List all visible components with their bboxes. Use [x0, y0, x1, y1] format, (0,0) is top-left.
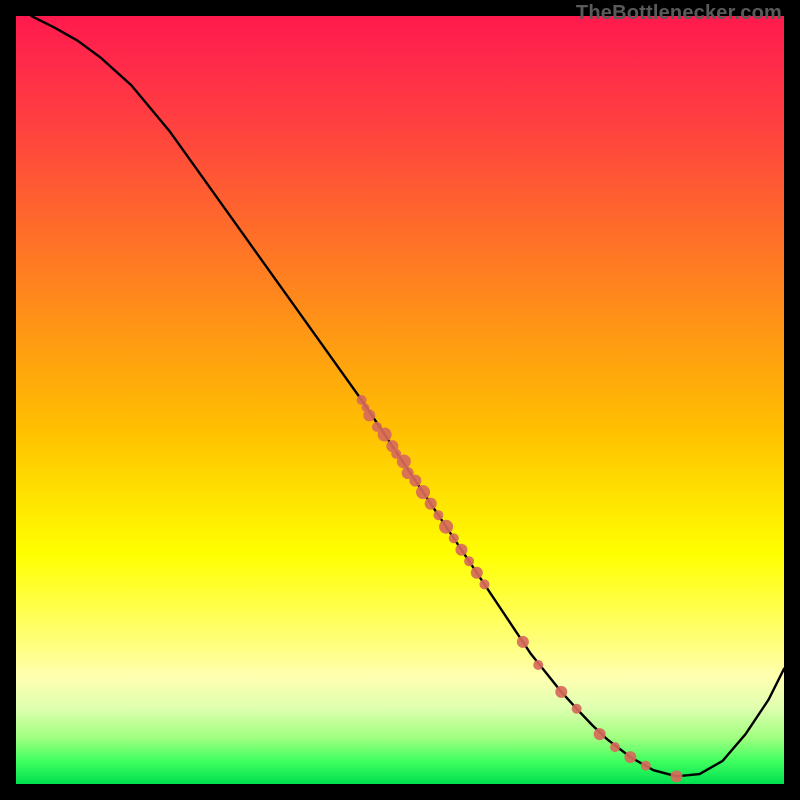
bottleneck-curve [31, 16, 784, 776]
chart-container: TheBottlenecker.com [0, 0, 800, 800]
chart-svg [16, 16, 784, 784]
data-points [357, 395, 683, 782]
watermark-text: TheBottlenecker.com [576, 2, 782, 25]
